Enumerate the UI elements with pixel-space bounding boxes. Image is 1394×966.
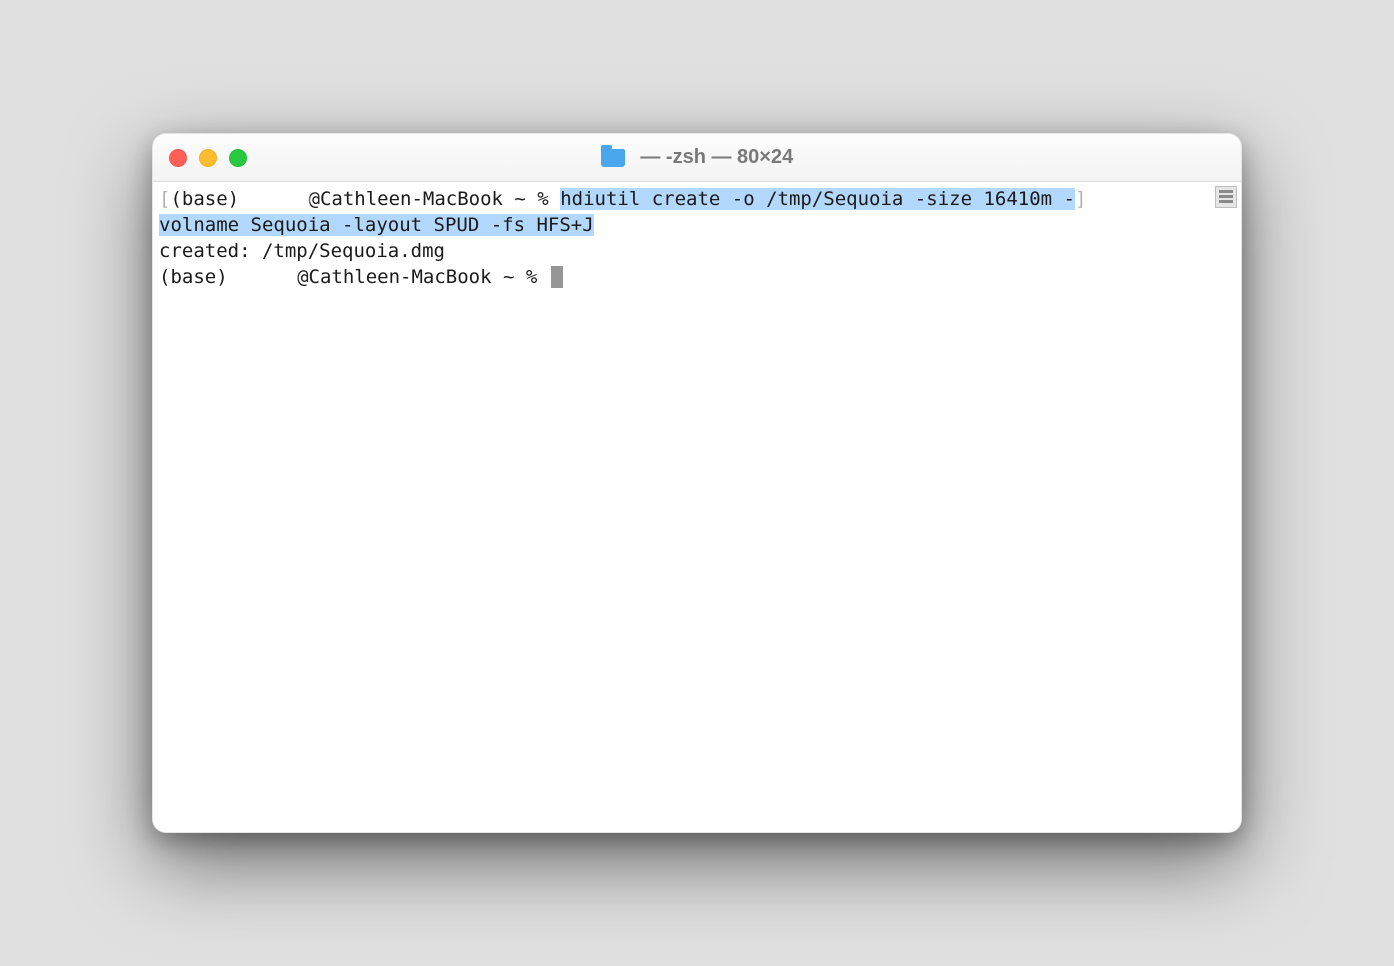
- selected-command-a: hdiutil create -o /tmp/Sequoia -size 164…: [560, 188, 1075, 210]
- selected-command-b: volname Sequoia -layout SPUD -fs HFS+J: [159, 214, 594, 236]
- title-area: — -zsh — 80×24: [153, 146, 1241, 169]
- terminal-line-2: volname Sequoia -layout SPUD -fs HFS+J: [159, 212, 1235, 238]
- prompt-suffix: @Cathleen-MacBook ~ %: [309, 188, 561, 210]
- terminal-line-1: [(base) @Cathleen-MacBook ~ % hdiutil cr…: [159, 186, 1235, 212]
- terminal-line-4: (base) @Cathleen-MacBook ~ %: [159, 264, 1235, 290]
- cursor-icon: [551, 266, 563, 288]
- prompt-prefix-2: (base): [159, 266, 239, 288]
- titlebar[interactable]: — -zsh — 80×24: [153, 134, 1241, 182]
- window-title: — -zsh — 80×24: [635, 146, 793, 169]
- bracket-close: ]: [1075, 188, 1086, 210]
- traffic-lights: [169, 149, 247, 167]
- folder-icon: [601, 149, 625, 167]
- bracket-open: [: [159, 188, 170, 210]
- redacted-username: [251, 190, 309, 210]
- prompt-suffix-2: @Cathleen-MacBook ~ %: [297, 266, 549, 288]
- scroll-indicator-icon[interactable]: [1215, 186, 1237, 208]
- terminal-body[interactable]: [(base) @Cathleen-MacBook ~ % hdiutil cr…: [153, 182, 1241, 832]
- prompt-prefix: (base): [170, 188, 250, 210]
- terminal-window: — -zsh — 80×24 [(base) @Cathleen-MacBook…: [152, 133, 1242, 833]
- close-icon[interactable]: [169, 149, 187, 167]
- redacted-username-2: [239, 268, 297, 288]
- minimize-icon[interactable]: [199, 149, 217, 167]
- terminal-line-3: created: /tmp/Sequoia.dmg: [159, 238, 1235, 264]
- zoom-icon[interactable]: [229, 149, 247, 167]
